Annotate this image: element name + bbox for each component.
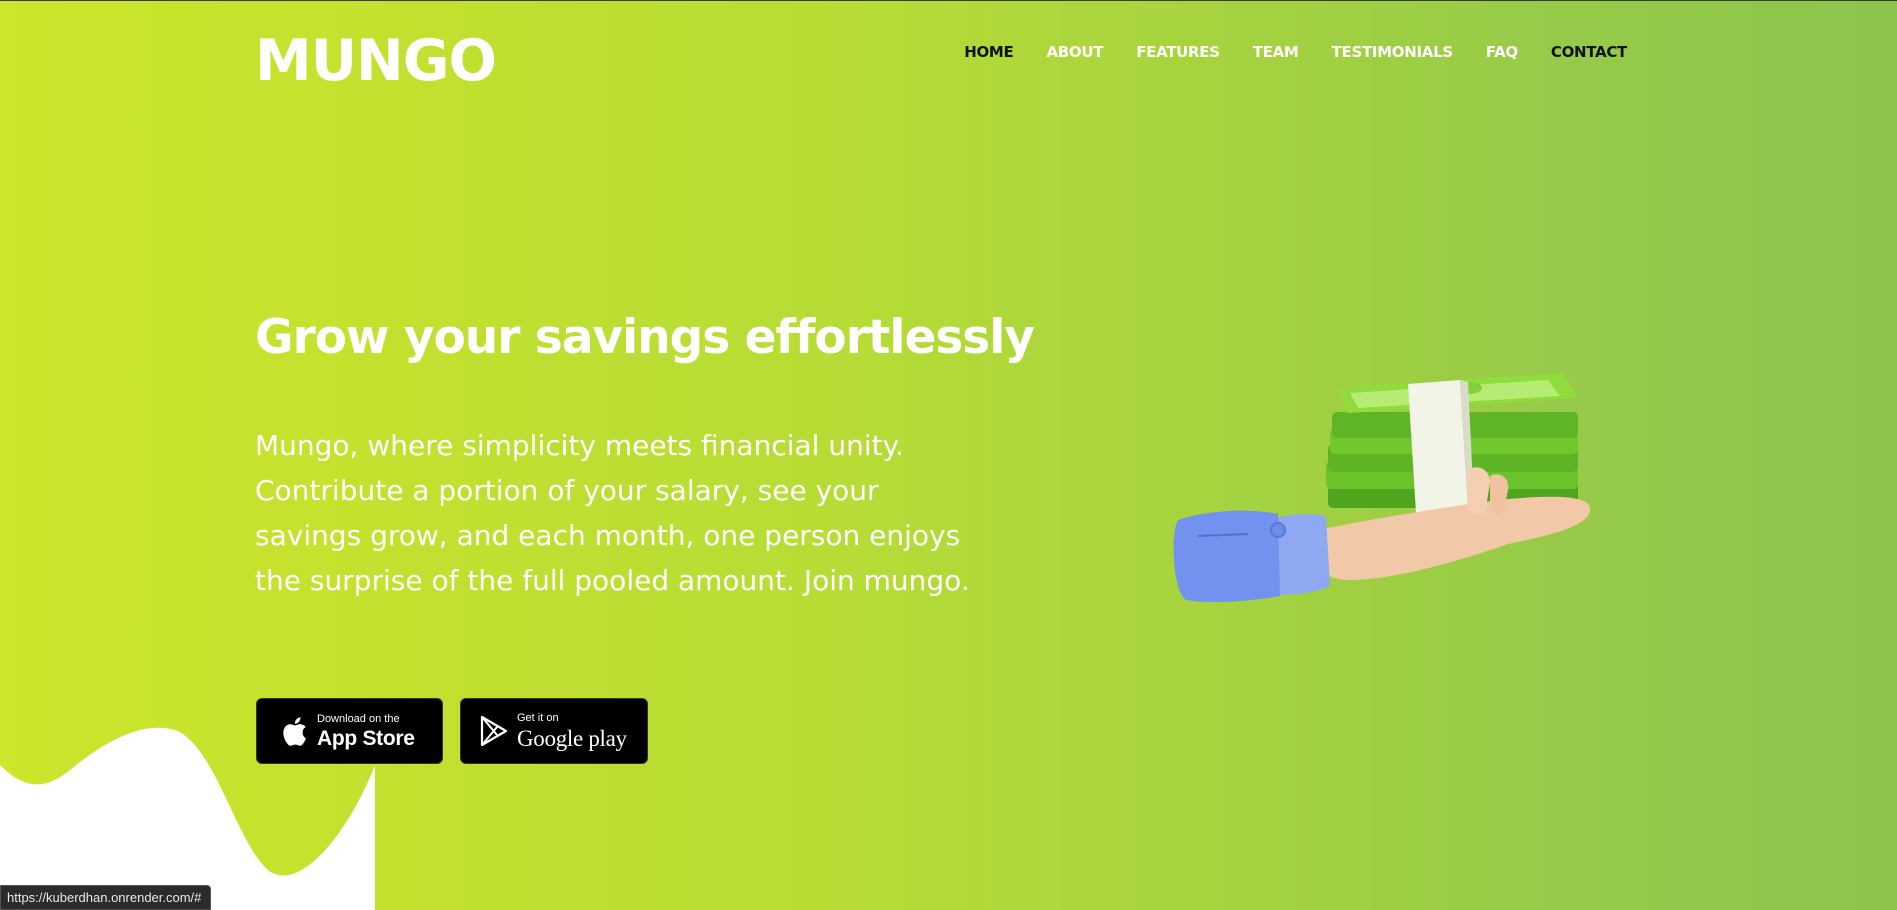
hand-holding-money-icon (1173, 373, 1591, 603)
play-store-icon (479, 715, 509, 747)
nav-home[interactable]: HOME (964, 43, 1014, 61)
google-play-button[interactable]: Get it on Google play (460, 698, 648, 764)
hero-description: Mungo, where simplicity meets financial … (255, 429, 970, 597)
nav-faq[interactable]: FAQ (1486, 43, 1518, 61)
nav-testimonials[interactable]: TESTIMONIALS (1332, 43, 1454, 61)
nav-about[interactable]: ABOUT (1046, 43, 1103, 61)
google-play-small-label: Get it on (517, 711, 559, 724)
hero-headline: Grow your savings effortlessly (255, 310, 1035, 365)
main-nav: HOME ABOUT FEATURES TEAM TESTIMONIALS FA… (964, 43, 1627, 61)
decorative-wave-shape (0, 727, 375, 910)
google-play-big-label: Google play (517, 725, 627, 751)
brand-logo[interactable]: MUNGO (255, 26, 497, 96)
window-top-border (0, 0, 1897, 1)
status-bar-url: https://kuberdhan.onrender.com/# (0, 885, 212, 910)
nav-contact[interactable]: CONTACT (1551, 43, 1627, 61)
nav-team[interactable]: TEAM (1253, 43, 1299, 61)
nav-features[interactable]: FEATURES (1136, 43, 1220, 61)
